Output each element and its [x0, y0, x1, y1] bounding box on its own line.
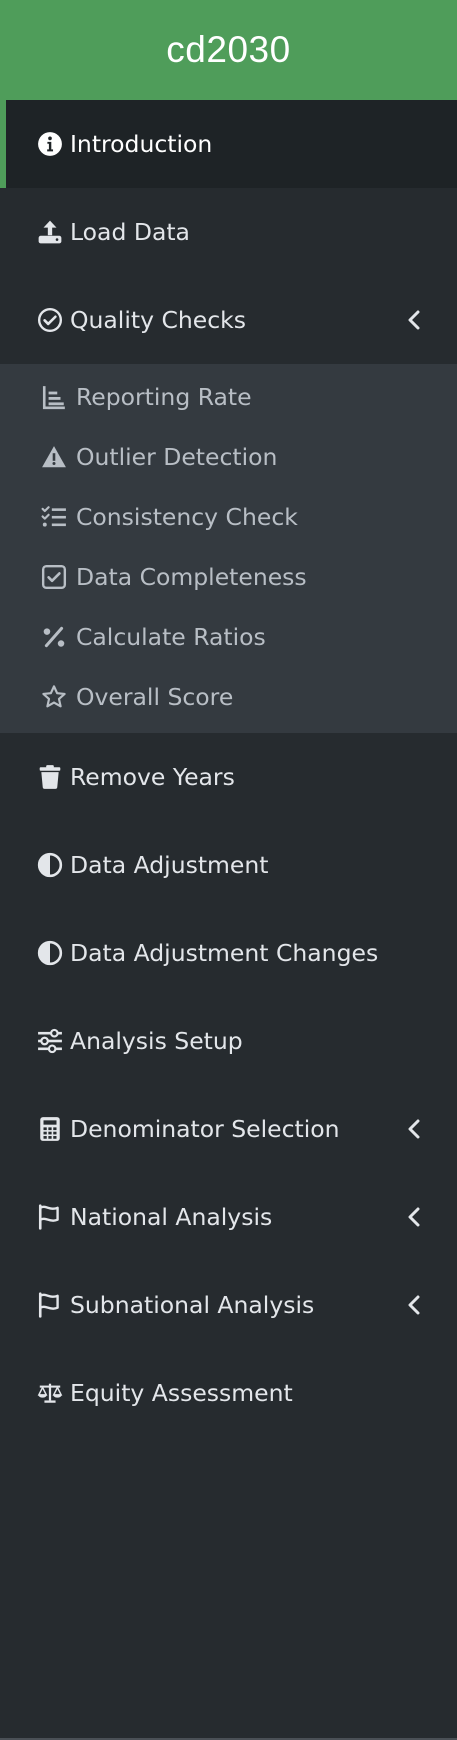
sidebar-item-analysis-setup[interactable]: Analysis Setup — [0, 997, 457, 1085]
submenu-item-label: Calculate Ratios — [76, 623, 266, 651]
flag-icon — [36, 1203, 64, 1231]
sidebar-item-load-data[interactable]: Load Data — [0, 188, 457, 276]
trash-icon — [36, 763, 64, 791]
sidebar-item-label: Data Adjustment — [70, 851, 269, 879]
upload-icon — [36, 218, 64, 246]
sidebar-menu: Introduction Load Data Quality Checks — [0, 100, 457, 364]
half-circle-icon — [36, 939, 64, 967]
sidebar: cd2030 Introduction Load Data Quality Ch… — [0, 0, 457, 1740]
sidebar-item-introduction[interactable]: Introduction — [0, 100, 457, 188]
submenu-item-label: Overall Score — [76, 683, 234, 711]
submenu-item-label: Reporting Rate — [76, 383, 252, 411]
star-icon — [40, 683, 68, 711]
sidebar-item-national-analysis[interactable]: National Analysis — [0, 1173, 457, 1261]
chevron-left-icon[interactable] — [407, 1295, 421, 1315]
submenu-item-calculate-ratios[interactable]: Calculate Ratios — [0, 607, 457, 667]
calculator-icon — [36, 1115, 64, 1143]
submenu-item-consistency-check[interactable]: Consistency Check — [0, 487, 457, 547]
sliders-icon — [36, 1027, 64, 1055]
sidebar-item-data-adjustment-changes[interactable]: Data Adjustment Changes — [0, 909, 457, 997]
sidebar-item-label: Subnational Analysis — [70, 1291, 315, 1319]
info-circle-icon — [36, 130, 64, 158]
sidebar-item-quality-checks[interactable]: Quality Checks — [0, 276, 457, 364]
check-circle-icon — [36, 306, 64, 334]
chevron-left-icon[interactable] — [407, 1207, 421, 1227]
flag-icon — [36, 1291, 64, 1319]
chevron-left-icon[interactable] — [407, 310, 421, 330]
submenu-item-reporting-rate[interactable]: Reporting Rate — [0, 367, 457, 427]
list-check-icon — [40, 503, 68, 531]
chevron-left-icon[interactable] — [407, 1119, 421, 1139]
sidebar-item-label: Remove Years — [70, 763, 235, 791]
sidebar-item-label: Quality Checks — [70, 306, 246, 334]
submenu-item-label: Data Completeness — [76, 563, 307, 591]
sidebar-item-label: Equity Assessment — [70, 1379, 293, 1407]
sidebar-item-label: Data Adjustment Changes — [70, 939, 379, 967]
submenu-item-overall-score[interactable]: Overall Score — [0, 667, 457, 727]
quality-checks-submenu: Reporting Rate Outlier Detection Consist… — [0, 364, 457, 733]
chart-bar-icon — [40, 383, 68, 411]
sidebar-item-denominator-selection[interactable]: Denominator Selection — [0, 1085, 457, 1173]
sidebar-item-remove-years[interactable]: Remove Years — [0, 733, 457, 821]
sidebar-item-equity-assessment[interactable]: Equity Assessment — [0, 1349, 457, 1437]
balance-scale-icon — [36, 1379, 64, 1407]
sidebar-item-data-adjustment[interactable]: Data Adjustment — [0, 821, 457, 909]
sidebar-item-label: Introduction — [70, 130, 213, 158]
half-circle-icon — [36, 851, 64, 879]
submenu-item-label: Outlier Detection — [76, 443, 278, 471]
submenu-item-outlier-detection[interactable]: Outlier Detection — [0, 427, 457, 487]
warning-triangle-icon — [40, 443, 68, 471]
sidebar-item-label: Analysis Setup — [70, 1027, 243, 1055]
percent-icon — [40, 623, 68, 651]
sidebar-item-label: National Analysis — [70, 1203, 273, 1231]
submenu-item-label: Consistency Check — [76, 503, 298, 531]
check-square-icon — [40, 563, 68, 591]
submenu-item-data-completeness[interactable]: Data Completeness — [0, 547, 457, 607]
brand-title[interactable]: cd2030 — [0, 0, 457, 100]
sidebar-item-subnational-analysis[interactable]: Subnational Analysis — [0, 1261, 457, 1349]
sidebar-item-label: Load Data — [70, 218, 190, 246]
sidebar-menu-lower: Remove Years Data Adjustment Data Adjust… — [0, 733, 457, 1437]
sidebar-item-label: Denominator Selection — [70, 1115, 340, 1143]
